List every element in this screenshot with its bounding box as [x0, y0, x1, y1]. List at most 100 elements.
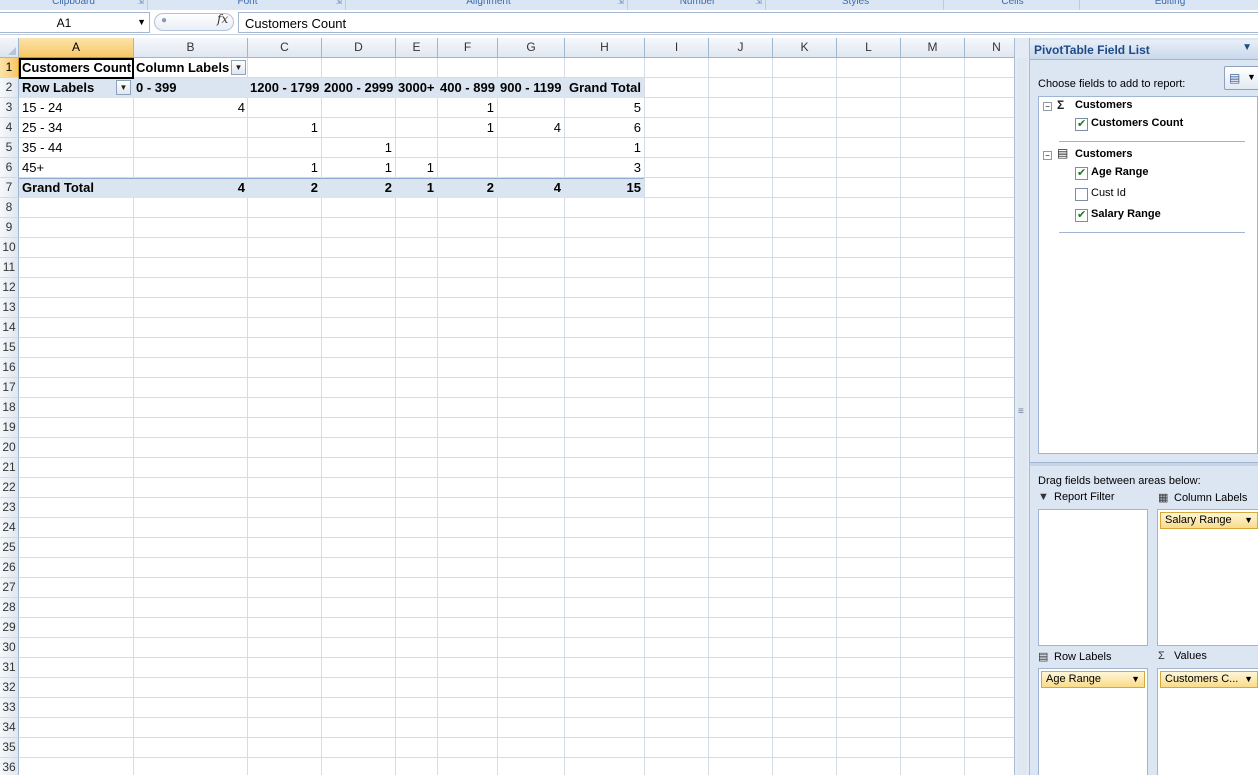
row-header-15[interactable]: 15 [0, 338, 19, 358]
dialog-launcher-icon[interactable]: ⇲ [137, 0, 144, 8]
field-group-name[interactable]: Customers [1075, 99, 1132, 111]
pivot-grand-total-cell[interactable]: 2 [321, 178, 395, 198]
pivot-value-cell[interactable]: 1 [247, 158, 321, 178]
dialog-launcher-icon[interactable]: ⇲ [335, 0, 342, 8]
pane-title-bar[interactable]: PivotTable Field List ▼ [1030, 40, 1258, 60]
row-labels-drop-area[interactable]: Age Range ▼ [1038, 668, 1148, 775]
pivot-value-cell[interactable]: 4 [497, 118, 564, 138]
pane-splitter[interactable] [1030, 462, 1258, 466]
dialog-launcher-icon[interactable]: ⇲ [617, 0, 624, 8]
row-header-11[interactable]: 11 [0, 258, 19, 278]
row-header-23[interactable]: 23 [0, 498, 19, 518]
collapse-toggle-icon[interactable]: − [1043, 151, 1052, 160]
ribbon-group-editing[interactable]: Editing [1082, 0, 1258, 10]
pivot-value-cell[interactable]: 6 [564, 118, 644, 138]
column-header-a[interactable]: A [19, 38, 134, 58]
chevron-down-icon[interactable]: ▼ [1244, 672, 1253, 687]
select-all-button[interactable] [0, 38, 19, 58]
pivot-column-header[interactable]: 0 - 399 [133, 78, 248, 98]
pivot-value-cell[interactable]: 1 [395, 158, 437, 178]
row-header-9[interactable]: 9 [0, 218, 19, 238]
row-header-29[interactable]: 29 [0, 618, 19, 638]
pivot-row-label[interactable]: 25 - 34 [19, 118, 134, 138]
row-header-30[interactable]: 30 [0, 638, 19, 658]
column-header-j[interactable]: J [709, 38, 773, 58]
ribbon-group-clipboard[interactable]: Clipboard ⇲ [0, 0, 148, 10]
column-header-i[interactable]: I [645, 38, 709, 58]
row-header-26[interactable]: 26 [0, 558, 19, 578]
column-labels-filter-button[interactable]: ▼ [231, 60, 246, 75]
collapse-toggle-icon[interactable]: − [1043, 102, 1052, 111]
pivot-column-header[interactable]: Grand Total [564, 78, 644, 98]
pivot-column-header[interactable]: 900 - 1199 [497, 78, 564, 98]
pivot-grand-total-cell[interactable]: 4 [497, 178, 564, 198]
pivot-value-cell[interactable]: 1 [564, 138, 644, 158]
row-header-25[interactable]: 25 [0, 538, 19, 558]
pivot-column-labels-header[interactable]: Column Labels [133, 58, 247, 78]
pivot-grand-total-cell[interactable]: 4 [133, 178, 248, 198]
pivot-column-header[interactable]: 400 - 899 [437, 78, 497, 98]
column-header-l[interactable]: L [837, 38, 901, 58]
vertical-scrollbar[interactable]: ≡ [1014, 38, 1030, 775]
field-label[interactable]: Customers Count [1091, 117, 1183, 129]
row-header-32[interactable]: 32 [0, 678, 19, 698]
row-header-17[interactable]: 17 [0, 378, 19, 398]
column-header-h[interactable]: H [565, 38, 645, 58]
field-label[interactable]: Salary Range [1091, 208, 1161, 220]
field-checkbox[interactable] [1075, 188, 1088, 201]
row-header-18[interactable]: 18 [0, 398, 19, 418]
column-header-b[interactable]: B [134, 38, 248, 58]
column-header-g[interactable]: G [498, 38, 565, 58]
row-header-14[interactable]: 14 [0, 318, 19, 338]
row-header-21[interactable]: 21 [0, 458, 19, 478]
field-label[interactable]: Cust Id [1091, 187, 1126, 199]
row-header-10[interactable]: 10 [0, 238, 19, 258]
ribbon-group-styles[interactable]: Styles [768, 0, 944, 10]
row-header-2[interactable]: 2 [0, 78, 19, 98]
row-header-31[interactable]: 31 [0, 658, 19, 678]
field-chip-customers-count[interactable]: Customers C... ▼ [1160, 671, 1258, 688]
row-header-28[interactable]: 28 [0, 598, 19, 618]
row-header-16[interactable]: 16 [0, 358, 19, 378]
field-checkbox[interactable] [1075, 117, 1088, 131]
row-labels-filter-button[interactable]: ▼ [116, 80, 131, 95]
report-filter-drop-area[interactable] [1038, 509, 1148, 646]
row-header-1[interactable]: 1 [0, 58, 19, 78]
field-checkbox[interactable] [1075, 208, 1088, 222]
column-header-d[interactable]: D [322, 38, 396, 58]
row-header-12[interactable]: 12 [0, 278, 19, 298]
pivot-grand-total-cell[interactable]: 15 [564, 178, 644, 198]
pivot-row-label[interactable]: 45+ [19, 158, 134, 178]
active-cell-cursor[interactable] [19, 58, 134, 79]
row-header-36[interactable]: 36 [0, 758, 19, 775]
row-header-4[interactable]: 4 [0, 118, 19, 138]
field-label[interactable]: Age Range [1091, 166, 1148, 178]
column-header-c[interactable]: C [248, 38, 322, 58]
field-list-layout-button[interactable]: ▤ ▼ [1224, 66, 1258, 90]
row-header-19[interactable]: 19 [0, 418, 19, 438]
row-header-35[interactable]: 35 [0, 738, 19, 758]
pivot-column-header[interactable]: 3000+ [395, 78, 437, 98]
pivot-grand-total-cell[interactable]: 2 [247, 178, 321, 198]
pivot-column-header[interactable]: 1200 - 1799 [247, 78, 321, 98]
row-header-3[interactable]: 3 [0, 98, 19, 118]
column-header-f[interactable]: F [438, 38, 498, 58]
row-header-20[interactable]: 20 [0, 438, 19, 458]
pivot-value-cell[interactable]: 1 [437, 118, 497, 138]
pivot-row-label[interactable]: 35 - 44 [19, 138, 134, 158]
pivot-value-cell[interactable]: 5 [564, 98, 644, 118]
row-header-7[interactable]: 7 [0, 178, 19, 198]
formula-text[interactable]: Customers Count [245, 16, 346, 31]
field-checkbox[interactable] [1075, 166, 1088, 180]
field-tree[interactable]: − Σ Customers Customers Count − ▤ Custom… [1038, 96, 1258, 454]
worksheet-grid[interactable]: ABCDEFGHIJKLMN 1 2 3 4 5 6 7 8 9 10 11 12 13 14 15 16 17… [0, 38, 1014, 775]
chevron-down-icon[interactable]: ▼ [1131, 672, 1140, 687]
field-chip-salary-range[interactable]: Salary Range ▼ [1160, 512, 1258, 529]
row-header-5[interactable]: 5 [0, 138, 19, 158]
column-header-e[interactable]: E [396, 38, 438, 58]
pane-menu-chevron-icon[interactable]: ▼ [1242, 42, 1252, 53]
name-box-value[interactable]: A1 [0, 16, 128, 30]
pivot-value-cell[interactable]: 1 [437, 98, 497, 118]
pivot-grand-total-cell[interactable]: 2 [437, 178, 497, 198]
column-header-m[interactable]: M [901, 38, 965, 58]
